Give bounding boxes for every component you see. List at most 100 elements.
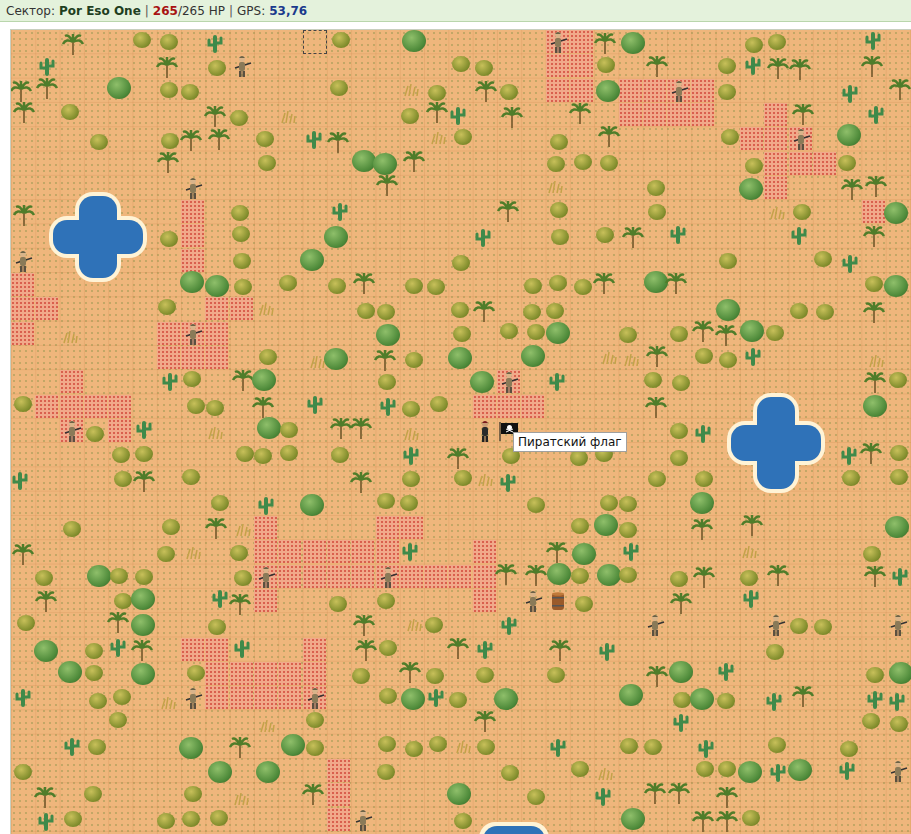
bush-icon xyxy=(718,58,736,74)
bush-icon xyxy=(430,396,448,412)
danger-tile xyxy=(157,322,180,345)
bush-icon xyxy=(718,84,736,100)
bush-icon xyxy=(620,738,638,754)
cactus-icon xyxy=(666,222,690,246)
soldier-icon[interactable] xyxy=(254,565,278,589)
soldier-icon[interactable] xyxy=(376,565,400,589)
tree-icon xyxy=(470,371,494,393)
player-icon[interactable] xyxy=(473,419,497,443)
soldier-icon[interactable] xyxy=(497,370,521,394)
bush-icon xyxy=(745,158,763,174)
cactus-icon xyxy=(376,394,400,418)
bush-icon xyxy=(135,569,153,585)
cactus-icon xyxy=(864,102,888,126)
bush-icon xyxy=(230,545,248,561)
bush-icon xyxy=(500,323,518,339)
bush-icon xyxy=(889,372,907,388)
bush-icon xyxy=(210,810,228,826)
palm-icon xyxy=(568,101,592,125)
tree-icon xyxy=(256,761,280,783)
soldier-icon[interactable] xyxy=(351,808,375,832)
bush-icon xyxy=(377,764,395,780)
palm-icon xyxy=(354,638,378,662)
bush-icon xyxy=(306,712,324,728)
tree-icon xyxy=(521,345,545,367)
danger-tile xyxy=(60,395,83,418)
palm-icon xyxy=(179,128,203,152)
cell-selection[interactable] xyxy=(303,30,327,54)
danger-tile xyxy=(643,79,666,102)
palm-icon xyxy=(664,271,688,295)
soldier-icon[interactable] xyxy=(181,176,205,200)
bush-icon xyxy=(162,519,180,535)
soldier-icon[interactable] xyxy=(11,249,35,273)
grass-icon xyxy=(765,199,789,223)
danger-tile xyxy=(546,79,569,102)
soldier-icon[interactable] xyxy=(60,419,84,443)
bush-icon xyxy=(647,180,665,196)
bush-icon xyxy=(14,764,32,780)
bush-icon xyxy=(719,253,737,269)
cactus-icon xyxy=(424,685,448,709)
soldier-icon[interactable] xyxy=(667,79,691,103)
bush-icon xyxy=(452,56,470,72)
bush-icon xyxy=(256,131,274,147)
soldier-icon[interactable] xyxy=(181,322,205,346)
cactus-icon xyxy=(208,586,232,610)
tree-icon xyxy=(324,226,348,248)
tree-icon xyxy=(401,688,425,710)
soldier-icon[interactable] xyxy=(181,686,205,710)
cactus-icon xyxy=(861,29,885,52)
bush-icon xyxy=(745,37,763,53)
bush-icon xyxy=(453,326,471,342)
tree-icon xyxy=(131,614,155,636)
bush-icon xyxy=(695,471,713,487)
soldier-icon[interactable] xyxy=(303,686,327,710)
tree-icon xyxy=(739,178,763,200)
bush-icon xyxy=(426,668,444,684)
bush-icon xyxy=(454,470,472,486)
cactus-icon xyxy=(595,639,619,663)
cactus-icon xyxy=(302,127,326,151)
tree-icon xyxy=(619,684,643,706)
palm-icon xyxy=(446,636,470,660)
soldier-icon[interactable] xyxy=(764,613,788,637)
oasis-icon xyxy=(727,393,825,493)
bush-icon xyxy=(454,129,472,145)
palm-icon xyxy=(231,368,255,392)
soldier-icon[interactable] xyxy=(643,613,667,637)
danger-tile xyxy=(35,395,58,418)
danger-tile xyxy=(497,395,520,418)
danger-tile xyxy=(351,565,374,588)
soldier-icon[interactable] xyxy=(521,589,545,613)
bush-icon xyxy=(230,110,248,126)
bush-icon xyxy=(233,253,251,269)
danger-tile xyxy=(570,30,593,53)
palm-icon xyxy=(326,130,350,154)
palm-icon xyxy=(669,591,693,615)
cactus-icon xyxy=(10,468,32,492)
grass-icon xyxy=(737,538,761,562)
palm-icon xyxy=(61,32,85,56)
soldier-icon[interactable] xyxy=(546,30,570,54)
bush-icon xyxy=(721,129,739,145)
soldier-icon[interactable] xyxy=(789,127,813,151)
bush-icon xyxy=(866,667,884,683)
bush-icon xyxy=(452,255,470,271)
sector-map[interactable]: Пиратский флаг xyxy=(10,29,911,834)
soldier-icon[interactable] xyxy=(886,613,910,637)
palm-icon xyxy=(740,513,764,537)
grass-icon xyxy=(619,346,643,370)
soldier-icon[interactable] xyxy=(886,759,910,783)
palm-icon xyxy=(496,199,520,223)
barrel-icon[interactable] xyxy=(546,589,570,613)
bush-icon xyxy=(840,741,858,757)
bush-icon xyxy=(109,712,127,728)
danger-tile xyxy=(327,783,350,806)
cactus-icon xyxy=(694,736,718,760)
tree-icon xyxy=(376,324,400,346)
danger-tile xyxy=(473,540,496,563)
danger-tile xyxy=(303,662,326,685)
palm-icon xyxy=(228,735,252,759)
soldier-icon[interactable] xyxy=(230,54,254,78)
